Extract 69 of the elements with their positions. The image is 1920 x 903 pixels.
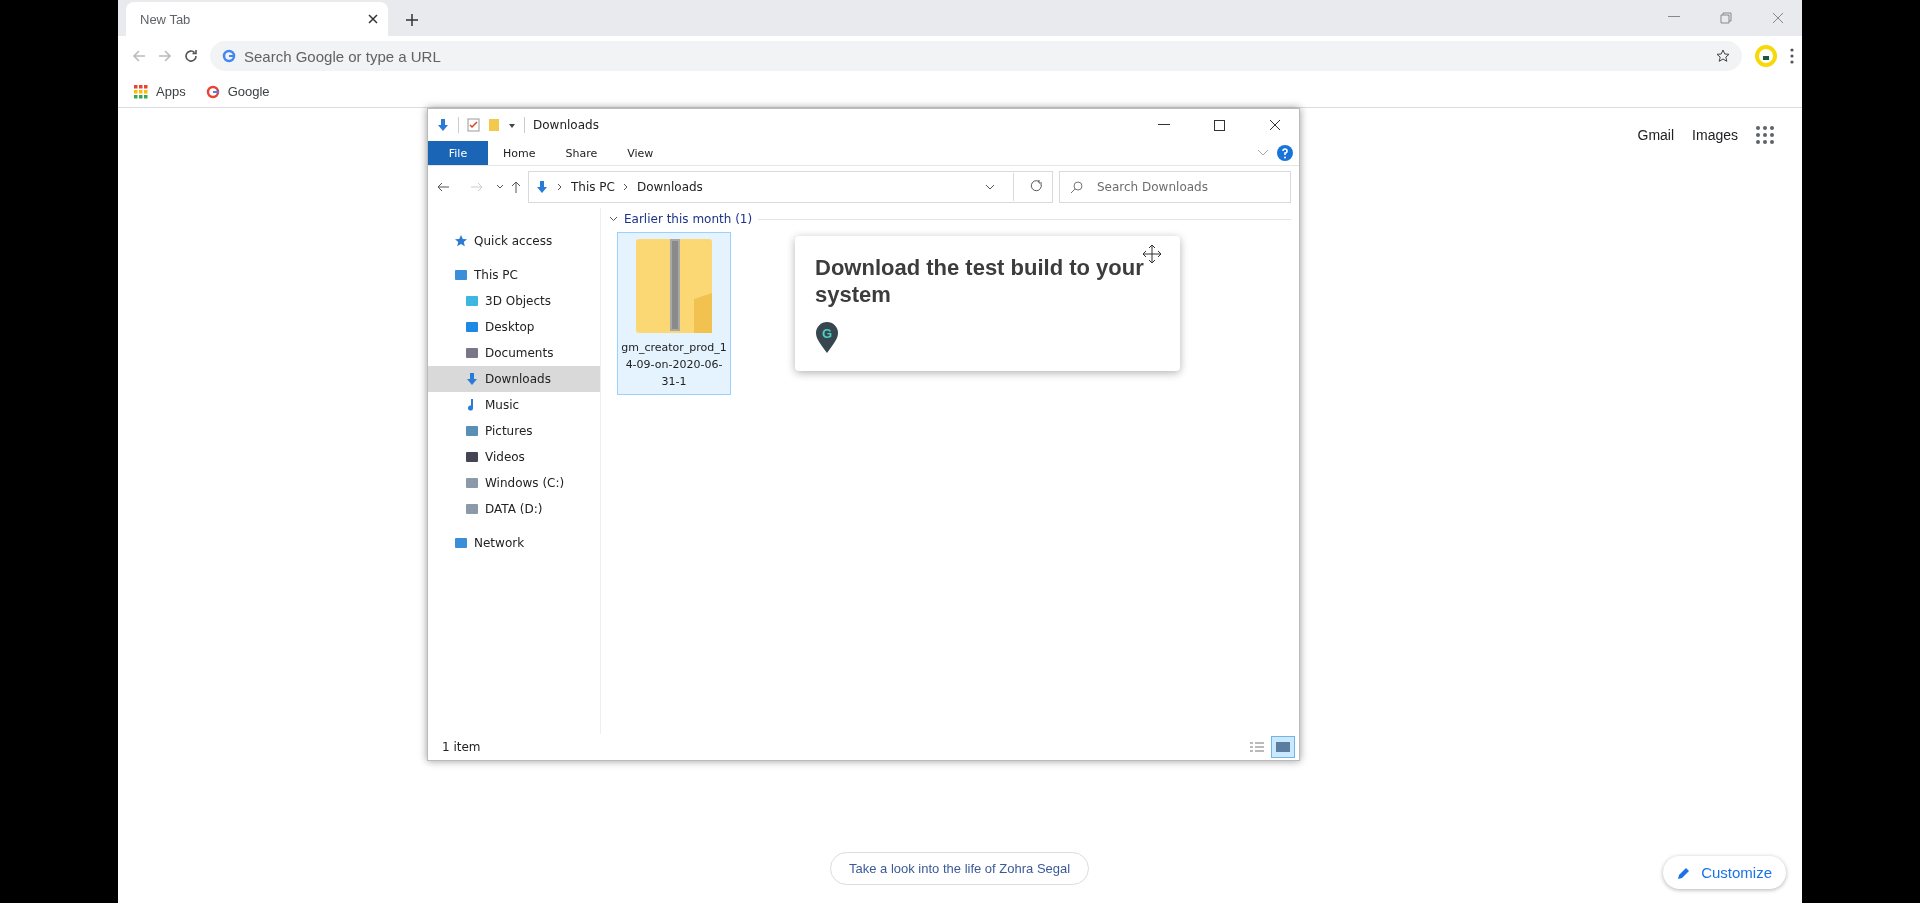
sidebar-item[interactable]: This PC — [428, 262, 600, 288]
apps-grid-icon[interactable] — [1756, 126, 1774, 144]
header-link[interactable]: Images — [1692, 127, 1738, 143]
file-item[interactable]: gm_creator_prod_14-09-on-2020-06-31-1 — [617, 232, 731, 395]
google-logo-icon — [222, 49, 236, 63]
sidebar-item[interactable]: Quick access — [428, 228, 600, 254]
customize-button[interactable]: Customize — [1663, 856, 1786, 889]
chevron-right-icon[interactable] — [557, 183, 563, 191]
breadcrumb-item[interactable]: Downloads — [636, 180, 703, 194]
location-pin-icon: G — [815, 322, 839, 354]
up-arrow-icon[interactable] — [510, 180, 522, 194]
dropdown-icon[interactable] — [508, 121, 516, 129]
new-tab-icon[interactable] — [406, 14, 418, 26]
tooltip-title: Download the test build to your system — [815, 254, 1145, 308]
chevron-down-icon[interactable] — [985, 184, 995, 190]
sidebar-item[interactable]: 3D Objects — [428, 288, 600, 314]
maximize-icon[interactable] — [1214, 119, 1225, 131]
properties-icon[interactable] — [467, 118, 480, 132]
chevron-down-icon[interactable] — [496, 184, 504, 190]
address-bar[interactable]: This PC Downloads — [528, 171, 1053, 203]
bookmark[interactable]: Google — [205, 84, 270, 99]
apps-grid-icon — [134, 84, 148, 99]
promo-link[interactable]: Take a look into the life of Zohra Segal — [830, 852, 1090, 885]
reload-icon[interactable] — [184, 49, 198, 63]
chevron-right-icon[interactable] — [622, 183, 629, 191]
minimize-icon[interactable] — [1158, 124, 1170, 126]
star-icon[interactable] — [1716, 49, 1730, 63]
move-cursor-icon — [1142, 244, 1162, 264]
profile-avatar-icon[interactable] — [1754, 44, 1778, 68]
search-icon — [1070, 180, 1083, 194]
menu-icon[interactable] — [1790, 48, 1794, 64]
window-title: Downloads — [533, 118, 599, 132]
sidebar-item[interactable]: Videos — [428, 444, 600, 470]
chevron-down-icon[interactable] — [609, 216, 618, 222]
zip-folder-icon — [636, 239, 712, 333]
large-icons-view-button[interactable] — [1271, 736, 1295, 758]
sidebar-item[interactable]: Network — [428, 530, 600, 556]
pencil-icon — [1677, 865, 1692, 880]
ribbon-tab[interactable]: Share — [550, 141, 613, 165]
ribbon-tab[interactable]: View — [612, 141, 669, 165]
thumbnail-icon — [1276, 742, 1290, 752]
group-header[interactable]: Earlier this month (1) — [624, 212, 753, 226]
download-icon — [465, 372, 479, 386]
breadcrumb-item[interactable]: This PC — [571, 180, 615, 194]
sidebar-item[interactable]: Desktop — [428, 314, 600, 340]
google-logo-icon — [205, 84, 220, 99]
address-bar[interactable]: Search Google or type a URL — [210, 41, 1742, 71]
download-icon — [436, 118, 450, 132]
sidebar-item[interactable]: Pictures — [428, 418, 600, 444]
refresh-icon[interactable] — [1030, 180, 1044, 194]
sidebar-item[interactable]: DATA (D:) — [428, 496, 600, 522]
ribbon-tab[interactable]: Home — [488, 141, 551, 165]
header-link[interactable]: Gmail — [1637, 127, 1675, 143]
status-text: 1 item — [442, 740, 481, 754]
sidebar-item[interactable]: Windows (C:) — [428, 470, 600, 496]
star-icon — [454, 234, 468, 248]
close-icon[interactable] — [368, 14, 378, 24]
list-icon — [1249, 741, 1265, 753]
close-icon[interactable] — [1269, 119, 1281, 131]
sidebar-item[interactable]: Documents — [428, 340, 600, 366]
search-field[interactable]: Search Downloads — [1059, 171, 1291, 203]
ribbon-tab[interactable]: File — [428, 141, 488, 165]
bookmark[interactable]: Apps — [134, 84, 186, 99]
download-icon — [535, 180, 549, 194]
browser-tab[interactable]: New Tab — [126, 2, 388, 36]
sidebar-item[interactable]: Music — [428, 392, 600, 418]
back-icon[interactable] — [436, 181, 450, 193]
sidebar-item[interactable]: Downloads — [428, 366, 600, 392]
help-icon[interactable] — [1277, 145, 1293, 161]
